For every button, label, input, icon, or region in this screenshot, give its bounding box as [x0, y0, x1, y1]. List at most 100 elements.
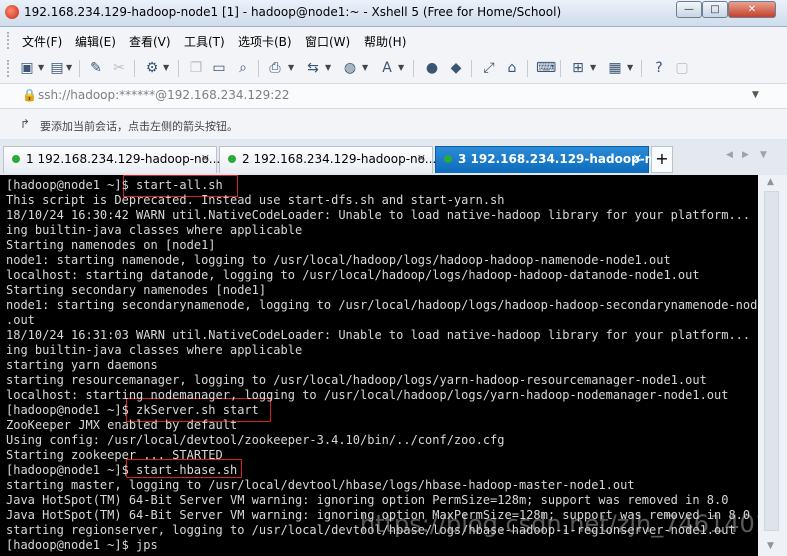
chevron-down-icon[interactable]: ▼	[752, 90, 759, 100]
toolbar-separator	[641, 60, 642, 77]
chevron-down-icon[interactable]: ▼	[398, 63, 404, 72]
terminal-output[interactable]: https://blog.csdn.net/zjh_746140129 [had…	[0, 175, 758, 556]
font-icon[interactable]: A	[378, 59, 396, 77]
toolbar: ▣ ▼ ▤ ▼ ✎ ✂ ⚙ ▼ ❐ ▭ ⌕ ⎙ ▼ ⇆ ▼ ◍ ▼ A ▼ ● …	[0, 54, 787, 84]
menu-view[interactable]: 查看(V)	[129, 33, 171, 50]
terminal-line: Starting zookeeper ... STARTED	[6, 448, 223, 462]
terminal-line: Using config: /usr/local/devtool/zookeep…	[6, 433, 505, 447]
chevron-down-icon[interactable]: ▼	[627, 63, 633, 72]
terminal-line: [hadoop@node1 ~]$ start-all.sh	[6, 178, 223, 192]
disconnect-icon[interactable]: ✂	[110, 59, 128, 77]
chevron-down-icon[interactable]: ▼	[590, 63, 596, 72]
connected-status-icon	[228, 155, 236, 163]
hint-text: 要添加当前会话，点击左侧的箭头按钮。	[40, 120, 238, 133]
print-icon[interactable]: ⎙	[266, 59, 284, 77]
xshell-app-icon	[5, 5, 19, 19]
globe-icon[interactable]: ◍	[341, 59, 359, 77]
toolbar-separator	[527, 60, 528, 77]
chevron-down-icon[interactable]: ▼	[325, 63, 331, 72]
toolbar-separator	[79, 60, 80, 77]
chevron-down-icon[interactable]: ▼	[288, 63, 294, 72]
terminal-scrollbar[interactable]: ▲ ▼	[758, 175, 787, 556]
reconnect-icon[interactable]: ✎	[87, 59, 105, 77]
terminal-line: 18/10/24 16:31:03 WARN util.NativeCodeLo…	[6, 328, 758, 342]
scroll-up-icon[interactable]: ▲	[767, 177, 774, 187]
tab-session-3[interactable]: 3 192.168.234.129-hadoop-n... ✕	[435, 146, 667, 173]
maximize-button[interactable]: □	[702, 1, 728, 18]
menu-tools[interactable]: 工具(T)	[184, 33, 225, 50]
tab-session-1[interactable]: 1 192.168.234.129-hadoop-no... ✕	[3, 146, 221, 173]
open-folder-icon[interactable]: ▤	[48, 59, 66, 77]
toolbar-separator	[471, 60, 472, 77]
terminal-line: 18/10/24 16:30:42 WARN util.NativeCodeLo…	[6, 208, 758, 222]
terminal-line: Starting secondary namenodes [node1]	[6, 283, 267, 297]
close-icon[interactable]: ✕	[201, 152, 210, 165]
address-bar[interactable]: 🔒 ssh://hadoop:******@192.168.234.129:22…	[0, 84, 787, 109]
minimize-button[interactable]: —	[676, 1, 702, 18]
copy-icon[interactable]: ❐	[187, 59, 205, 77]
chat-icon[interactable]: ▢	[673, 59, 691, 77]
menu-file[interactable]: 文件(F)	[22, 33, 62, 50]
connected-status-icon	[12, 155, 20, 163]
paste-icon[interactable]: ▭	[210, 59, 228, 77]
terminal-line: ing builtin-java classes where applicabl…	[6, 343, 303, 357]
terminal-line: node1: starting namenode, logging to /us…	[6, 253, 671, 267]
terminal-line: [hadoop@node1 ~]$ jps	[6, 538, 158, 552]
tab-label: 1 192.168.234.129-hadoop-no...	[26, 152, 221, 166]
tab-bar: 1 192.168.234.129-hadoop-no... ✕ 2 192.1…	[0, 140, 787, 174]
add-tab-button[interactable]: +	[651, 146, 673, 173]
fullscreen-icon[interactable]: ⤢	[480, 59, 498, 77]
toolbar-separator	[178, 60, 179, 77]
terminal-line: starting yarn daemons	[6, 358, 158, 372]
chevron-down-icon[interactable]: ▼	[362, 63, 368, 72]
terminal-line: node1: starting secondarynamenode, loggi…	[6, 298, 758, 312]
close-button[interactable]: ✕	[728, 1, 776, 18]
menu-bar: 文件(F) 编辑(E) 查看(V) 工具(T) 选项卡(B) 窗口(W) 帮助(…	[0, 27, 787, 54]
add-tab-icon[interactable]: ⊞	[569, 59, 587, 77]
tab-session-2[interactable]: 2 192.168.234.129-hadoop-no... ✕	[219, 146, 437, 173]
terminal-line: ing builtin-java classes where applicabl…	[6, 223, 303, 237]
terminal-line: This script is Deprecated. Instead use s…	[6, 193, 505, 207]
connected-status-icon	[444, 155, 452, 163]
scrollbar-thumb[interactable]	[764, 191, 779, 531]
properties-icon[interactable]: ⚙	[143, 59, 161, 77]
help-icon[interactable]: ?	[650, 59, 668, 77]
terminal-line: starting regionserver, logging to /usr/l…	[6, 523, 736, 537]
new-session-icon[interactable]: ▣	[18, 59, 36, 77]
tab-list-icon[interactable]: ▼	[760, 150, 767, 160]
scroll-down-icon[interactable]: ▼	[767, 541, 774, 551]
close-icon[interactable]: ✕	[417, 152, 426, 165]
terminal-line: ZooKeeper JMX enabled by default	[6, 418, 238, 432]
lock-screen-icon[interactable]: ⌂	[503, 59, 521, 77]
menu-tabs[interactable]: 选项卡(B)	[238, 33, 292, 50]
chevron-left-icon[interactable]: ◀	[726, 150, 733, 160]
keyboard-icon[interactable]: ⌨	[536, 59, 556, 77]
transfer-icon[interactable]: ⇆	[304, 59, 322, 77]
terminal-line: Java HotSpot(TM) 64-Bit Server VM warnin…	[6, 508, 751, 522]
toolbar-separator	[560, 60, 561, 77]
toolbar-grip	[7, 60, 12, 77]
session-address[interactable]: ssh://hadoop:******@192.168.234.129:22	[38, 88, 290, 102]
toolbar-separator	[134, 60, 135, 77]
layout-icon[interactable]: ▦	[606, 59, 624, 77]
chevron-right-icon[interactable]: ▶	[742, 150, 749, 160]
terminal-line: [hadoop@node1 ~]$ zkServer.sh start	[6, 403, 259, 417]
close-icon[interactable]: ✕	[633, 152, 642, 165]
chevron-down-icon[interactable]: ▼	[38, 63, 44, 72]
terminal-line: [hadoop@node1 ~]$ start-hbase.sh	[6, 463, 238, 477]
xagent-icon[interactable]: ◆	[447, 59, 465, 77]
arrow-icon[interactable]: ↱	[20, 117, 30, 131]
title-bar: 192.168.234.129-hadoop-node1 [1] - hadoo…	[0, 0, 787, 27]
tab-label: 2 192.168.234.129-hadoop-no...	[242, 152, 437, 166]
hint-bar: ↱ 要添加当前会话，点击左侧的箭头按钮。	[0, 109, 787, 139]
find-icon[interactable]: ⌕	[234, 59, 252, 77]
chevron-down-icon[interactable]: ▼	[163, 63, 169, 72]
toolbar-separator	[258, 60, 259, 77]
terminal-line: localhost: starting datanode, logging to…	[6, 268, 700, 282]
xftp-icon[interactable]: ●	[423, 59, 441, 77]
chevron-down-icon[interactable]: ▼	[66, 63, 72, 72]
menu-edit[interactable]: 编辑(E)	[75, 33, 116, 50]
terminal-line: Java HotSpot(TM) 64-Bit Server VM warnin…	[6, 493, 729, 507]
menu-help[interactable]: 帮助(H)	[364, 33, 406, 50]
menu-window[interactable]: 窗口(W)	[305, 33, 350, 50]
